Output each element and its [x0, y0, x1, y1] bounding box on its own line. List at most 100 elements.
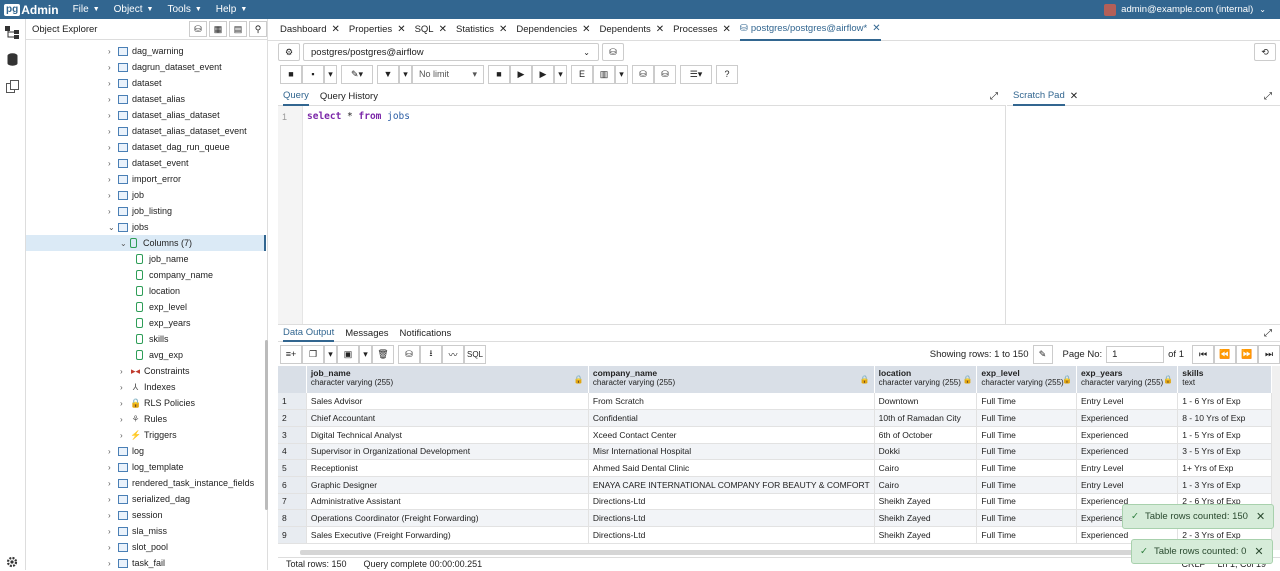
- table-cell[interactable]: Receptionist: [306, 459, 589, 477]
- tree-item-dataset[interactable]: › dataset: [108, 75, 162, 91]
- table-cell[interactable]: Sales Executive (Freight Forwarding): [306, 526, 589, 544]
- table-cell[interactable]: Full Time: [976, 493, 1077, 511]
- table-cell[interactable]: Cairo: [874, 459, 978, 477]
- table-row[interactable]: 4 Supervisor in Organizational Developmen…: [278, 443, 1272, 461]
- tab-processes[interactable]: Processes ✕: [673, 19, 731, 41]
- tab-dependencies[interactable]: Dependencies ✕: [516, 19, 590, 41]
- table-cell[interactable]: Supervisor in Organizational Development: [306, 443, 589, 461]
- tree-item-task-fail[interactable]: › task_fail: [108, 555, 165, 571]
- table-cell[interactable]: Operations Coordinator (Freight Forwardi…: [306, 509, 589, 527]
- table-row[interactable]: 9 Sales Executive (Freight Forwarding) Dir…: [278, 526, 1272, 544]
- explain-options-chevron-icon[interactable]: ▾: [615, 64, 628, 84]
- chevron-right-icon[interactable]: ›: [108, 527, 118, 536]
- save-data-icon[interactable]: ⛁: [398, 344, 420, 364]
- close-icon[interactable]: ✕: [582, 24, 590, 35]
- view-data-icon[interactable]: ▦: [209, 21, 227, 37]
- chevron-right-icon[interactable]: ›: [108, 95, 118, 104]
- next-page-icon[interactable]: ⏩: [1236, 344, 1258, 364]
- connection-status-icon[interactable]: ⚙: [278, 43, 300, 61]
- chevron-right-icon[interactable]: ›: [108, 479, 118, 488]
- tab-statistics[interactable]: Statistics ✕: [456, 19, 507, 41]
- table-cell[interactable]: 1 - 6 Yrs of Exp: [1177, 393, 1272, 411]
- table-cell[interactable]: Directions-Ltd: [588, 526, 875, 544]
- table-cell[interactable]: Directions-Ltd: [588, 493, 875, 511]
- tree-item-columns-7[interactable]: ⌄ Columns (7): [120, 235, 192, 251]
- chevron-right-icon[interactable]: ›: [108, 159, 118, 168]
- close-icon[interactable]: ✕: [1070, 91, 1078, 102]
- save-file-icon[interactable]: ▪: [302, 64, 324, 84]
- row-number[interactable]: 5: [278, 459, 307, 477]
- paste-options-chevron-icon[interactable]: ▾: [359, 344, 372, 364]
- chevron-right-icon[interactable]: ›: [108, 175, 118, 184]
- chevron-down-icon[interactable]: ⌄: [120, 239, 130, 248]
- tree-item-job-listing[interactable]: › job_listing: [108, 203, 172, 219]
- table-cell[interactable]: Full Time: [976, 409, 1077, 427]
- close-icon[interactable]: ✕: [499, 24, 507, 35]
- table-cell[interactable]: Full Time: [976, 426, 1077, 444]
- table-cell[interactable]: Cairo: [874, 476, 978, 494]
- table-cell[interactable]: 3 - 5 Yrs of Exp: [1177, 443, 1272, 461]
- chevron-right-icon[interactable]: ›: [108, 127, 118, 136]
- copy-icon[interactable]: ❐: [302, 344, 324, 364]
- tree-item-exp-years[interactable]: exp_years: [136, 315, 191, 331]
- macros-icon[interactable]: ☰▾: [680, 64, 712, 84]
- menu-object[interactable]: Object ▼: [114, 4, 154, 15]
- tree-item-dataset-dag-run-queue[interactable]: › dataset_dag_run_queue: [108, 139, 230, 155]
- row-number[interactable]: 2: [278, 409, 307, 427]
- filter-rows-icon[interactable]: ▤: [229, 21, 247, 37]
- table-cell[interactable]: 6th of October: [874, 426, 978, 444]
- table-cell[interactable]: 1 - 5 Yrs of Exp: [1177, 426, 1272, 444]
- row-number[interactable]: 6: [278, 476, 307, 494]
- tree-item-rls-policies[interactable]: › 🔒 RLS Policies: [120, 395, 195, 411]
- table-cell[interactable]: Full Time: [976, 509, 1077, 527]
- chevron-right-icon[interactable]: ›: [120, 367, 130, 376]
- table-cell[interactable]: Entry Level: [1076, 476, 1179, 494]
- close-icon[interactable]: ✕: [1254, 545, 1263, 558]
- menu-help[interactable]: Help ▼: [216, 4, 248, 15]
- row-number[interactable]: 7: [278, 493, 307, 511]
- table-cell[interactable]: 10th of Ramadan City: [874, 409, 978, 427]
- close-icon[interactable]: ✕: [439, 24, 447, 35]
- tab-query[interactable]: Query: [283, 88, 309, 106]
- tree-item-company-name[interactable]: company_name: [136, 267, 213, 283]
- table-cell[interactable]: Sheikh Zayed: [874, 509, 978, 527]
- rollback-icon[interactable]: ⛁: [654, 64, 676, 84]
- execute-options-icon[interactable]: ▶: [532, 64, 554, 84]
- maximize-icon[interactable]: ⤢: [1264, 328, 1272, 339]
- chevron-right-icon[interactable]: ›: [108, 191, 118, 200]
- chevron-right-icon[interactable]: ›: [108, 63, 118, 72]
- tree-item-triggers[interactable]: › ⚡ Triggers: [120, 427, 177, 443]
- tree-item-log-template[interactable]: › log_template: [108, 459, 184, 475]
- table-cell[interactable]: Full Time: [976, 393, 1077, 411]
- tree-item-skills[interactable]: skills: [136, 331, 169, 347]
- row-number[interactable]: 1: [278, 393, 307, 411]
- tab-dependents[interactable]: Dependents ✕: [600, 19, 665, 41]
- table-cell[interactable]: Digital Technical Analyst: [306, 426, 589, 444]
- column-header-location[interactable]: location character varying (255) 🔒: [874, 366, 978, 393]
- chevron-right-icon[interactable]: ›: [108, 447, 118, 456]
- filter-icon[interactable]: ▼: [377, 64, 399, 84]
- tree-item-slot-pool[interactable]: › slot_pool: [108, 539, 168, 555]
- table-cell[interactable]: Chief Accountant: [306, 409, 589, 427]
- tab-dashboard[interactable]: Dashboard ✕: [280, 19, 340, 41]
- explain-icon[interactable]: E: [571, 64, 593, 84]
- tree-item-serialized-dag[interactable]: › serialized_dag: [108, 491, 190, 507]
- tree-item-rendered-task-instance-fields[interactable]: › rendered_task_instance_fields: [108, 475, 254, 491]
- table-cell[interactable]: Dokki: [874, 443, 978, 461]
- table-cell[interactable]: 1 - 3 Yrs of Exp: [1177, 476, 1272, 494]
- paste-icon[interactable]: ▣: [337, 344, 359, 364]
- table-cell[interactable]: 1+ Yrs of Exp: [1177, 459, 1272, 477]
- tree-item-exp-level[interactable]: exp_level: [136, 299, 187, 315]
- help-icon[interactable]: ?: [716, 64, 738, 84]
- tree-item-location[interactable]: location: [136, 283, 180, 299]
- close-icon[interactable]: ✕: [331, 24, 339, 35]
- row-number[interactable]: 8: [278, 509, 307, 527]
- explorer-scrollbar[interactable]: [265, 340, 268, 510]
- gear-icon[interactable]: [5, 556, 19, 570]
- table-cell[interactable]: Sheikh Zayed: [874, 526, 978, 544]
- object-explorer-icon[interactable]: [5, 26, 19, 40]
- database-icon[interactable]: [5, 53, 19, 67]
- table-row[interactable]: 3 Digital Technical Analyst Xceed Contact …: [278, 426, 1272, 444]
- column-header-exp-level[interactable]: exp_level character varying (255) 🔒: [976, 366, 1077, 393]
- table-cell[interactable]: Experienced: [1076, 409, 1179, 427]
